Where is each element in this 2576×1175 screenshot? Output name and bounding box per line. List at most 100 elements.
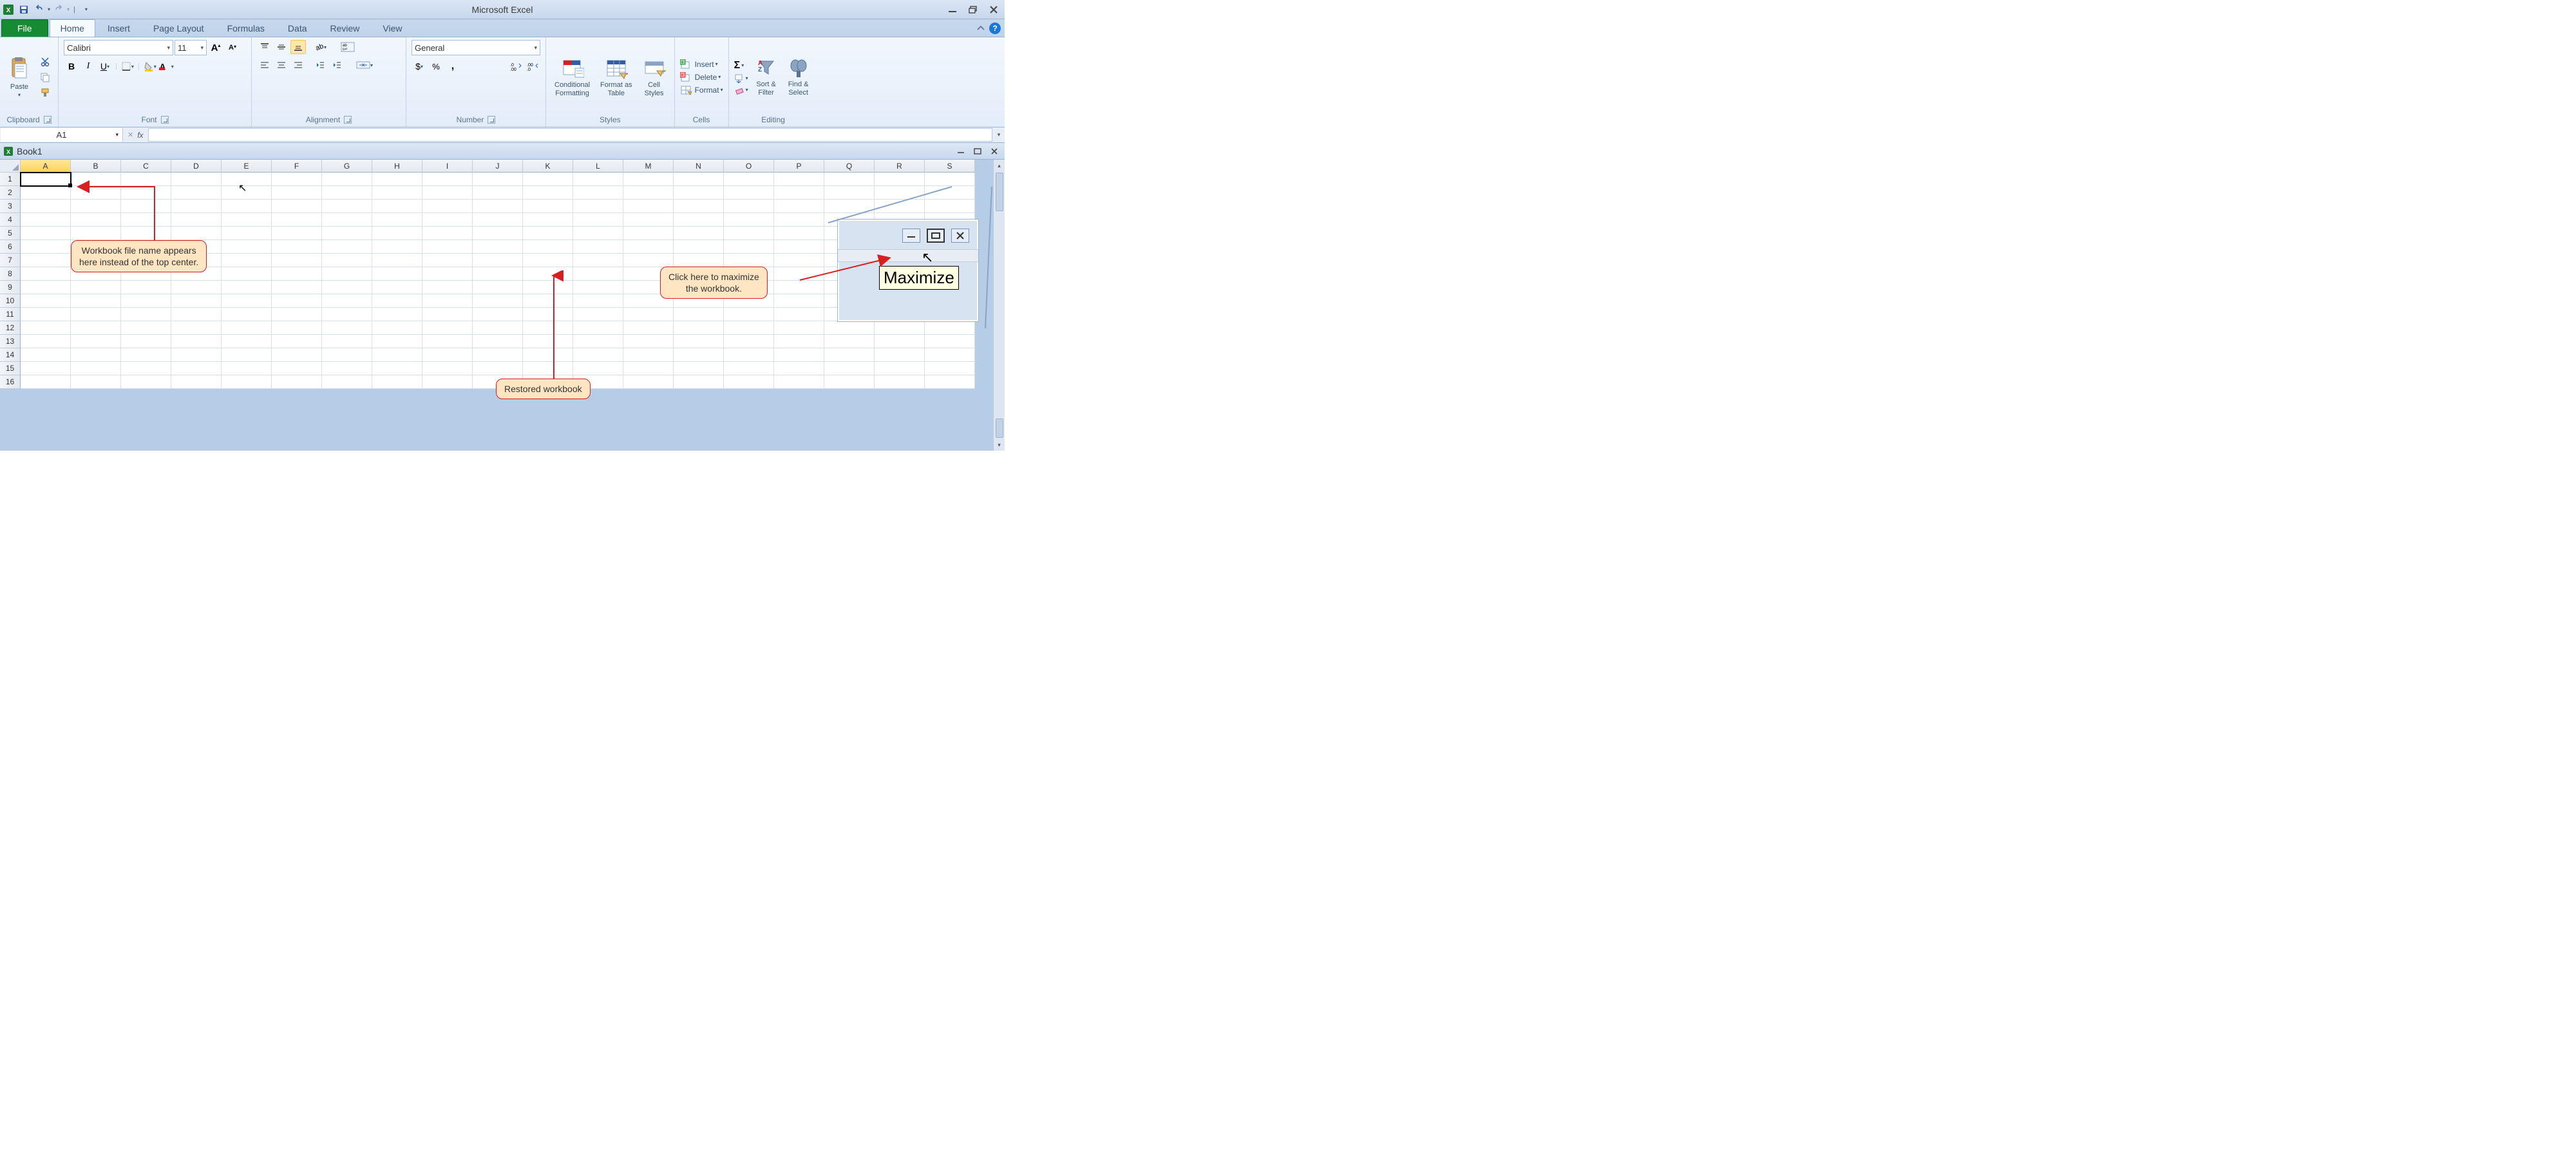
cell[interactable]: [674, 321, 724, 335]
cell[interactable]: [774, 173, 824, 186]
cell[interactable]: [824, 173, 875, 186]
cell[interactable]: [372, 200, 422, 213]
cell[interactable]: [824, 335, 875, 348]
cell[interactable]: [724, 335, 774, 348]
row-header[interactable]: 13: [0, 335, 21, 348]
cell[interactable]: [623, 186, 674, 200]
tab-formulas[interactable]: Formulas: [216, 19, 276, 37]
cell[interactable]: [623, 321, 674, 335]
column-header[interactable]: B: [71, 160, 121, 173]
cell[interactable]: [422, 321, 473, 335]
cell[interactable]: [573, 267, 623, 281]
cell[interactable]: [422, 348, 473, 362]
cell[interactable]: [372, 348, 422, 362]
cell[interactable]: [523, 227, 573, 240]
cell[interactable]: [171, 281, 222, 294]
paste-dropdown-icon[interactable]: ▾: [18, 92, 21, 98]
number-dialog-launcher[interactable]: [488, 116, 495, 124]
cell[interactable]: [774, 227, 824, 240]
cell[interactable]: [422, 213, 473, 227]
cell[interactable]: [222, 281, 272, 294]
cell[interactable]: [272, 375, 322, 389]
cell[interactable]: [925, 335, 975, 348]
cell[interactable]: [322, 321, 372, 335]
row-header[interactable]: 1: [0, 173, 21, 186]
cell[interactable]: [674, 308, 724, 321]
cell[interactable]: [473, 335, 523, 348]
cell[interactable]: [774, 375, 824, 389]
column-header[interactable]: H: [372, 160, 422, 173]
cell[interactable]: [322, 335, 372, 348]
cell[interactable]: [623, 335, 674, 348]
cell[interactable]: [372, 173, 422, 186]
cell[interactable]: [774, 362, 824, 375]
cell[interactable]: [573, 294, 623, 308]
cell[interactable]: [222, 227, 272, 240]
cell[interactable]: [422, 375, 473, 389]
cell[interactable]: [71, 348, 121, 362]
tab-data[interactable]: Data: [277, 19, 318, 37]
cell[interactable]: [322, 200, 372, 213]
cell[interactable]: [121, 321, 171, 335]
cell[interactable]: [573, 186, 623, 200]
column-header[interactable]: A: [21, 160, 71, 173]
cell[interactable]: [272, 240, 322, 254]
cell[interactable]: [623, 227, 674, 240]
cell[interactable]: [473, 240, 523, 254]
cell[interactable]: [171, 200, 222, 213]
decrease-decimal-button[interactable]: .00.0: [525, 59, 540, 73]
cell[interactable]: [71, 186, 121, 200]
cell[interactable]: [573, 227, 623, 240]
cell[interactable]: [573, 240, 623, 254]
cell[interactable]: [372, 362, 422, 375]
cell[interactable]: [71, 375, 121, 389]
cell[interactable]: [623, 213, 674, 227]
cell[interactable]: [824, 321, 875, 335]
cell[interactable]: [372, 308, 422, 321]
alignment-dialog-launcher[interactable]: [344, 116, 352, 124]
cell[interactable]: [925, 362, 975, 375]
cell[interactable]: [222, 294, 272, 308]
cell[interactable]: [573, 335, 623, 348]
minimize-ribbon-icon[interactable]: [976, 24, 985, 32]
column-header[interactable]: D: [171, 160, 222, 173]
cell[interactable]: [272, 213, 322, 227]
cell[interactable]: [523, 335, 573, 348]
cell[interactable]: [171, 335, 222, 348]
cell[interactable]: [674, 362, 724, 375]
tab-home[interactable]: Home: [50, 19, 95, 37]
cell[interactable]: [422, 254, 473, 267]
cancel-formula-icon[interactable]: ✕: [128, 131, 133, 139]
cell[interactable]: [222, 348, 272, 362]
cell[interactable]: [322, 281, 372, 294]
cell[interactable]: [322, 227, 372, 240]
cell[interactable]: [71, 335, 121, 348]
restore-button[interactable]: [965, 4, 981, 15]
cell[interactable]: [322, 240, 372, 254]
cell[interactable]: [322, 186, 372, 200]
align-left-button[interactable]: [257, 58, 272, 72]
grow-font-button[interactable]: A▴: [208, 41, 223, 55]
undo-dropdown-icon[interactable]: ▾: [48, 6, 50, 12]
cell[interactable]: [875, 173, 925, 186]
cell[interactable]: [523, 240, 573, 254]
cell[interactable]: [473, 321, 523, 335]
format-painter-button[interactable]: [37, 86, 53, 100]
cell[interactable]: [121, 375, 171, 389]
cell[interactable]: [824, 375, 875, 389]
cell[interactable]: [222, 213, 272, 227]
cell[interactable]: [523, 200, 573, 213]
cell[interactable]: [674, 200, 724, 213]
column-header[interactable]: P: [774, 160, 824, 173]
row-header[interactable]: 10: [0, 294, 21, 308]
cell[interactable]: [322, 267, 372, 281]
cell[interactable]: [523, 213, 573, 227]
redo-dropdown-icon[interactable]: ▾: [67, 6, 70, 12]
cell[interactable]: [774, 186, 824, 200]
cell[interactable]: [21, 213, 71, 227]
formula-input[interactable]: [148, 128, 992, 142]
tab-page-layout[interactable]: Page Layout: [142, 19, 215, 37]
cell[interactable]: [473, 281, 523, 294]
close-button[interactable]: [985, 4, 1002, 15]
number-format-combo[interactable]: General▾: [412, 40, 540, 55]
